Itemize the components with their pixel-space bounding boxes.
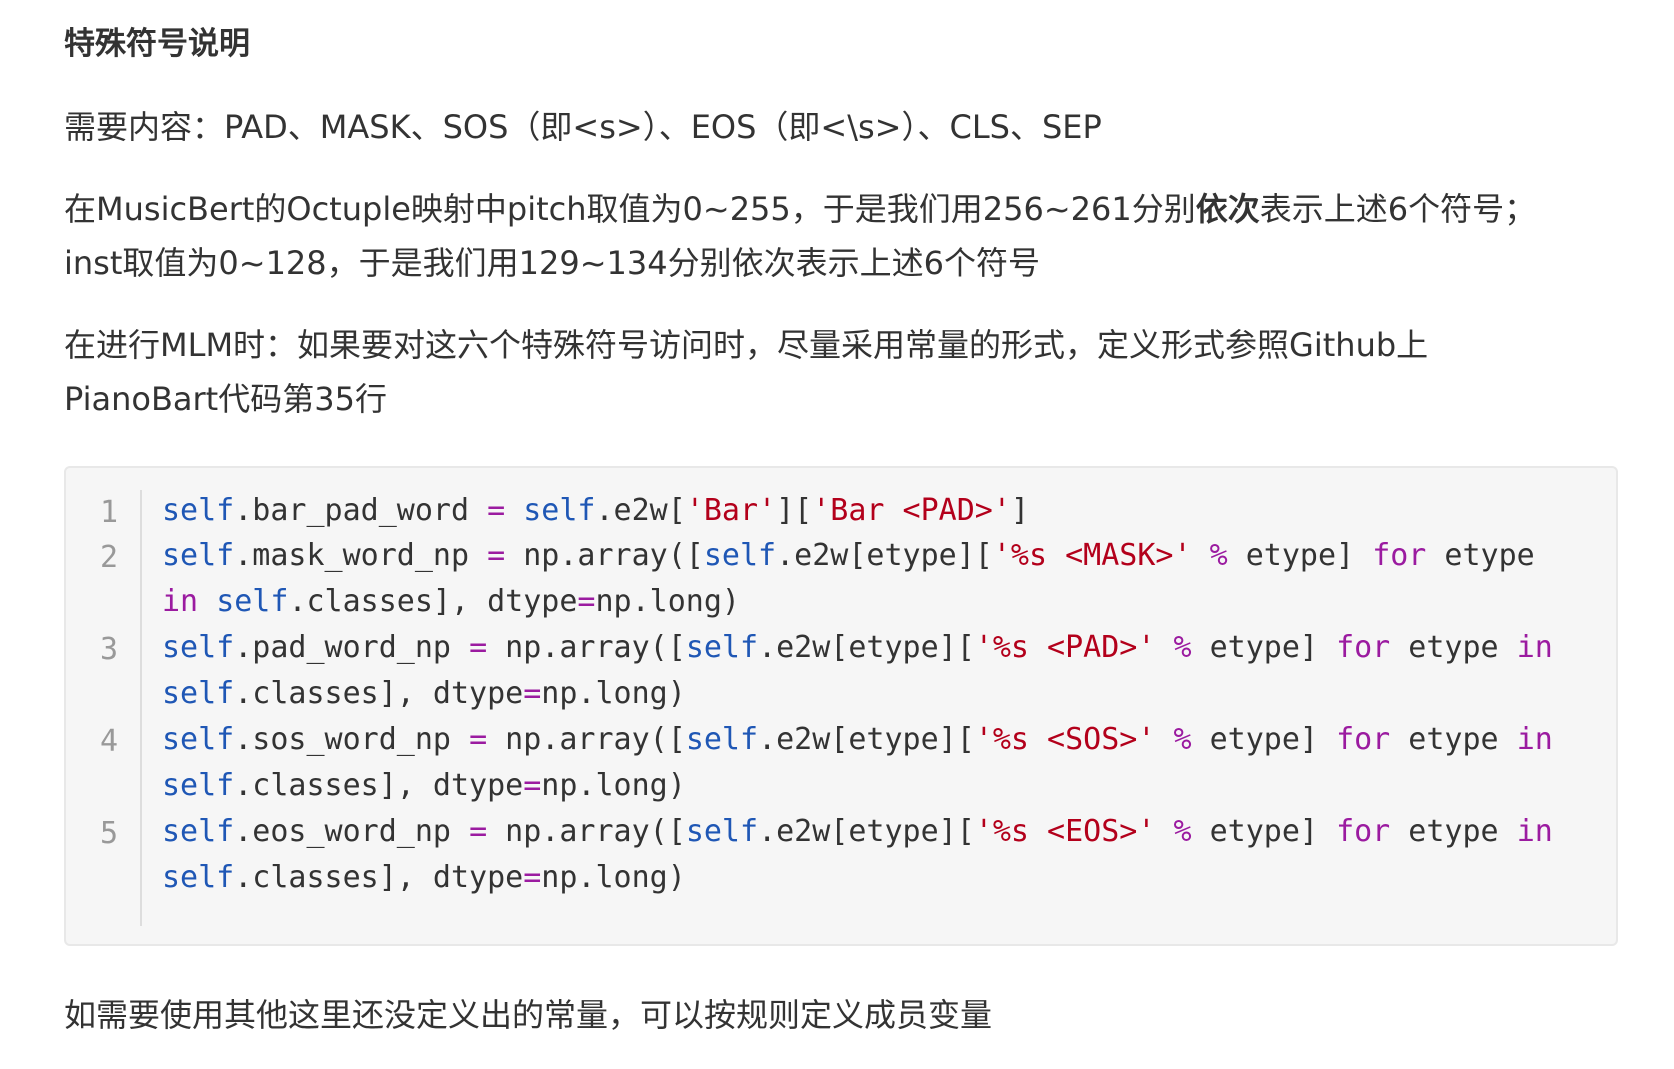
mapping-text-part-1: 在MusicBert的Octuple映射中pitch取值为0~255，于是我们用… [64, 190, 1196, 228]
section-heading: 特殊符号说明 [64, 26, 250, 62]
line-number: 1 [99, 495, 118, 530]
code-line-text: self.bar_pad_word = self.e2w['Bar']['Bar… [162, 493, 1029, 528]
mlm-text-line-1: 在进行MLM时：如果要对这六个特殊符号访问时，尽量采用常量的形式，定义形式参照G… [64, 326, 1429, 364]
mapping-text-part-2: 表示上述6个符号； [1259, 190, 1537, 228]
mapping-paragraph: 在MusicBert的Octuple映射中pitch取值为0~255，于是我们用… [64, 182, 1536, 290]
code-line-text: self.sos_word_np = np.array([self.e2w[et… [162, 722, 1553, 803]
line-number: 5 [99, 816, 118, 851]
mapping-text-line-2: inst取值为0~128，于是我们用129~134分别依次表示上述6个符号 [64, 244, 1040, 282]
line-number-gutter-divider [140, 490, 142, 926]
mlm-text-line-2: PianoBart代码第35行 [64, 380, 387, 418]
constants-note-paragraph: 如需要使用其他这里还没定义出的常量，可以按规则定义成员变量 [64, 996, 993, 1034]
mapping-bold-text: 依次 [1195, 190, 1260, 228]
line-number: 2 [99, 540, 118, 575]
line-number: 4 [99, 724, 118, 759]
line-number: 3 [99, 632, 118, 667]
code-line-text: self.mask_word_np = np.array([self.e2w[e… [162, 538, 1535, 619]
code-line-text: self.pad_word_np = np.array([self.e2w[et… [162, 630, 1553, 711]
mlm-paragraph: 在进行MLM时：如果要对这六个特殊符号访问时，尽量采用常量的形式，定义形式参照G… [64, 318, 1428, 426]
required-content-paragraph: 需要内容：PAD、MASK、SOS（即<s>）、EOS（即<\s>）、CLS、S… [64, 108, 1102, 146]
code-line-text: self.eos_word_np = np.array([self.e2w[et… [162, 814, 1553, 895]
code-block[interactable]: 1 self.bar_pad_word = self.e2w['Bar']['B… [64, 466, 1618, 946]
